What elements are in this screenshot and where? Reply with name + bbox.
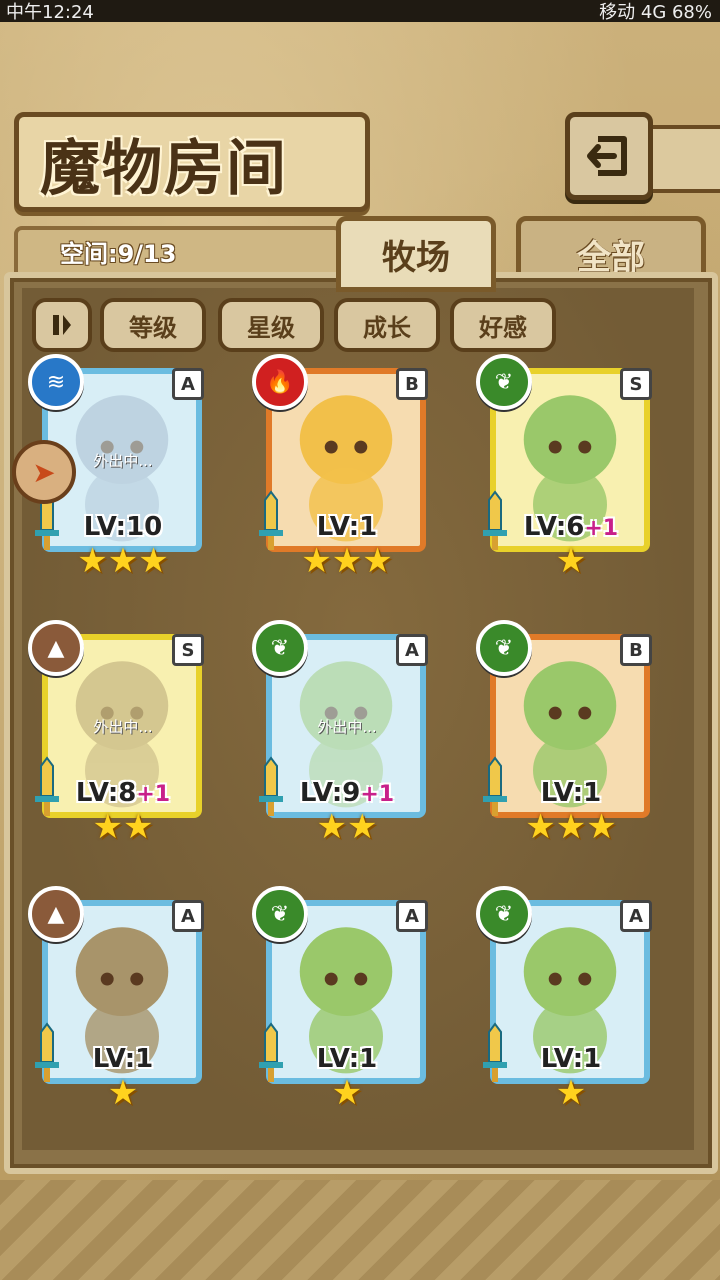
- filter-growth-button[interactable]: 成长: [334, 298, 440, 352]
- monster-card[interactable]: S ❦ LV:6+1 ★: [476, 354, 658, 578]
- filter-star-button[interactable]: 星级: [218, 298, 324, 352]
- star-rating: ★★: [316, 807, 378, 847]
- level-label: LV:10: [36, 512, 210, 542]
- bottom-decoration: [0, 1180, 720, 1280]
- fire-element-icon: 🔥: [252, 354, 308, 410]
- rank-badge: B: [620, 634, 652, 666]
- star-rating: ★: [331, 1073, 363, 1113]
- water-element-icon: ≋: [28, 354, 84, 410]
- level-bonus: +1: [136, 782, 171, 807]
- leaf-element-icon: ❦: [476, 886, 532, 942]
- star-rating: ★★★: [301, 541, 393, 581]
- level-value: LV:10: [83, 512, 163, 542]
- level-value: LV:1: [540, 778, 602, 808]
- level-value: LV:6: [523, 512, 585, 542]
- rank-badge: B: [396, 368, 428, 400]
- leaf-element-icon: ❦: [252, 620, 308, 676]
- pause-icon: [53, 315, 71, 335]
- leaf-element-icon: ❦: [476, 354, 532, 410]
- monster-card[interactable]: A ❦ LV:1 ★: [476, 886, 658, 1110]
- level-label: LV:6+1: [484, 512, 658, 542]
- filter-level-button[interactable]: 等级: [100, 298, 206, 352]
- monster-card[interactable]: B ❦ LV:1 ★★★: [476, 620, 658, 844]
- level-value: LV:1: [316, 512, 378, 542]
- level-label: LV:8+1: [36, 778, 210, 808]
- level-label: LV:1: [36, 1044, 210, 1074]
- monster-card[interactable]: A ❦ 外出中... LV:9+1 ★★: [252, 620, 434, 844]
- back-arrow-icon: [587, 136, 627, 176]
- rank-badge: A: [172, 900, 204, 932]
- level-value: LV:8: [75, 778, 137, 808]
- star-rating: ★: [107, 1073, 139, 1113]
- filter-affinity-button[interactable]: 好感: [450, 298, 556, 352]
- star-rating: ★★: [92, 807, 154, 847]
- page-title: 魔物房间: [40, 134, 288, 204]
- level-label: LV:1: [260, 512, 434, 542]
- level-label: LV:1: [484, 1044, 658, 1074]
- outing-icon[interactable]: ➤: [12, 440, 76, 504]
- status-bar: 中午12:24 移动 4G 68%: [0, 0, 720, 23]
- rank-badge: A: [396, 900, 428, 932]
- earth-element-icon: ▲: [28, 620, 84, 676]
- level-value: LV:1: [92, 1044, 154, 1074]
- star-rating: ★★★: [77, 541, 169, 581]
- level-value: LV:1: [316, 1044, 378, 1074]
- leaf-element-icon: ❦: [252, 886, 308, 942]
- rank-badge: S: [620, 368, 652, 400]
- earth-element-icon: ▲: [28, 886, 84, 942]
- level-bonus: +1: [584, 516, 619, 541]
- star-rating: ★★★: [525, 807, 617, 847]
- star-rating: ★: [555, 1073, 587, 1113]
- level-value: LV:9: [299, 778, 361, 808]
- tab-ranch[interactable]: 牧场: [336, 216, 496, 292]
- level-bonus: +1: [360, 782, 395, 807]
- level-label: LV:1: [260, 1044, 434, 1074]
- rank-badge: A: [620, 900, 652, 932]
- rank-badge: A: [396, 634, 428, 666]
- rank-badge: A: [172, 368, 204, 400]
- status-time: 中午12:24: [6, 2, 94, 23]
- filter-toggle-button[interactable]: [32, 298, 92, 352]
- status-info: 移动 4G 68%: [599, 2, 712, 23]
- leaf-element-icon: ❦: [476, 620, 532, 676]
- monster-card[interactable]: A ▲ LV:1 ★: [28, 886, 210, 1110]
- star-rating: ★: [555, 541, 587, 581]
- level-label: LV:1: [484, 778, 658, 808]
- back-button[interactable]: [565, 112, 653, 200]
- away-status: 外出中...: [93, 718, 153, 736]
- space-counter: 空间:9/13: [60, 240, 177, 268]
- level-value: LV:1: [540, 1044, 602, 1074]
- monster-card[interactable]: B 🔥 LV:1 ★★★: [252, 354, 434, 578]
- monster-card[interactable]: A ❦ LV:1 ★: [252, 886, 434, 1110]
- monster-card[interactable]: S ▲ 外出中... LV:8+1 ★★: [28, 620, 210, 844]
- level-label: LV:9+1: [260, 778, 434, 808]
- rank-badge: S: [172, 634, 204, 666]
- away-status: 外出中...: [317, 718, 377, 736]
